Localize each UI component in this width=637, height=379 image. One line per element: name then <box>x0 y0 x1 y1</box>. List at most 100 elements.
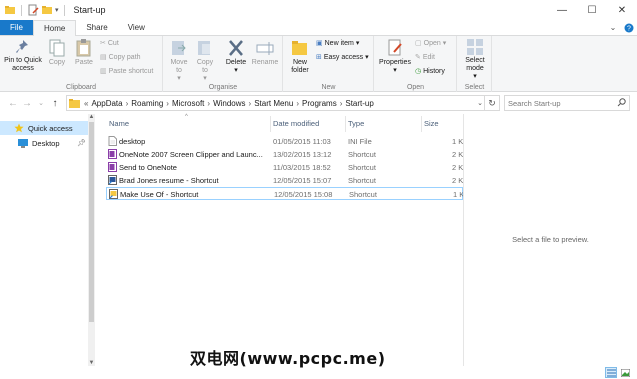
up-arrow-icon[interactable]: ↑ <box>48 98 62 109</box>
maximize-button[interactable]: ☐ <box>577 0 607 20</box>
refresh-icon[interactable]: ↻ <box>484 96 499 110</box>
nav-item-label: Desktop <box>32 138 60 148</box>
watermark: 双电网(www.pcpc.me) <box>190 349 386 368</box>
chevron-down-icon: ▾ <box>177 75 181 82</box>
close-button[interactable]: ✕ <box>607 0 637 20</box>
column-divider[interactable] <box>270 116 271 132</box>
breadcrumb-microsoft[interactable]: Microsoft <box>172 99 204 108</box>
move-to-icon <box>172 41 186 55</box>
properties-button[interactable]: Properties ▾ <box>377 38 413 75</box>
column-header-size[interactable]: Size <box>424 119 439 128</box>
paste-shortcut-button[interactable]: ▥ Paste shortcut <box>100 67 153 76</box>
file-date: 13/02/2015 13:12 <box>273 150 332 159</box>
expand-ribbon-chevron-icon[interactable]: ⌄ <box>605 20 621 35</box>
open-icon: ▢ <box>415 40 422 47</box>
folder-icon <box>5 6 15 14</box>
file-row[interactable]: Brad Jones resume - Shortcut 12/05/2015 … <box>106 174 463 187</box>
tab-home[interactable]: Home <box>33 20 77 36</box>
search-icon[interactable] <box>617 98 626 107</box>
file-type: Shortcut <box>348 176 376 185</box>
chevron-right-icon[interactable]: › <box>340 99 343 108</box>
breadcrumb-appdata[interactable]: AppData <box>91 99 122 108</box>
open-button[interactable]: ▢ Open ▾ <box>415 39 446 48</box>
breadcrumb-programs[interactable]: Programs <box>302 99 337 108</box>
address-bar[interactable]: « AppData › Roaming › Microsoft › Window… <box>66 95 500 111</box>
select-mode-button[interactable]: Select mode ▾ <box>460 38 490 81</box>
new-folder-button[interactable]: New folder <box>286 38 314 75</box>
rename-button[interactable]: Rename <box>250 38 280 67</box>
new-folder-icon[interactable] <box>41 4 53 16</box>
column-header-type[interactable]: Type <box>348 119 364 128</box>
scrollbar-thumb[interactable] <box>89 122 94 322</box>
breadcrumb-windows[interactable]: Windows <box>213 99 245 108</box>
scroll-up-arrow-icon[interactable]: ▲ <box>88 114 95 120</box>
nav-scrollbar[interactable]: ▲ ▼ <box>88 114 95 366</box>
breadcrumb-start-menu[interactable]: Start Menu <box>254 99 293 108</box>
chevron-down-icon: ▾ <box>365 54 369 61</box>
clipboard-group: Pin to Quick access Copy Paste ✂ Cut ▤ C… <box>0 36 163 92</box>
edit-button[interactable]: ✎ Edit <box>415 53 435 62</box>
chevron-right-icon[interactable]: › <box>126 99 129 108</box>
breadcrumb-start-up[interactable]: Start-up <box>345 99 373 108</box>
easy-access-icon: ⊞ <box>316 54 322 61</box>
file-type: Shortcut <box>348 163 376 172</box>
file-row[interactable]: Send to OneNote 11/03/2015 18:52 Shortcu… <box>106 161 463 174</box>
chevron-right-icon[interactable]: › <box>249 99 252 108</box>
chevron-right-icon[interactable]: › <box>166 99 169 108</box>
new-item-button[interactable]: ▣ New item ▾ <box>316 39 360 48</box>
details-view-icon[interactable] <box>605 367 617 378</box>
file-row[interactable]: OneNote 2007 Screen Clipper and Launc...… <box>106 148 463 161</box>
copy-button[interactable]: Copy <box>46 38 68 67</box>
file-date: 11/03/2015 18:52 <box>273 163 331 172</box>
file-row[interactable]: desktop 01/05/2015 11:03 INI File 1 KB <box>106 135 463 148</box>
history-button[interactable]: ◷ History <box>415 67 445 76</box>
nav-item-desktop[interactable]: Desktop 📌︎ <box>0 136 88 150</box>
properties-icon[interactable] <box>27 4 39 16</box>
search-input[interactable]: Search Start-up <box>504 95 630 111</box>
chevron-down-icon: ▾ <box>355 40 360 47</box>
chevron-right-icon[interactable]: › <box>296 99 299 108</box>
copy-to-button[interactable]: Copy to ▾ <box>194 38 216 83</box>
nav-item-quick-access[interactable]: Quick access <box>0 121 88 135</box>
column-divider[interactable] <box>421 116 422 132</box>
delete-button[interactable]: Delete ▾ <box>224 38 248 75</box>
minimize-button[interactable]: — <box>547 0 577 20</box>
move-to-button[interactable]: Move to ▾ <box>168 38 190 83</box>
address-history-chevron-icon[interactable]: ⌄ <box>477 96 483 110</box>
pin-to-quick-access-button[interactable]: Pin to Quick access <box>2 38 44 73</box>
new-group-label: New <box>321 84 336 91</box>
select-group-label: Select <box>464 84 485 91</box>
column-divider[interactable] <box>345 116 346 132</box>
column-header-name[interactable]: Name <box>109 119 129 128</box>
column-header-date[interactable]: Date modified <box>273 119 319 128</box>
cut-button[interactable]: ✂ Cut <box>100 39 119 48</box>
recent-locations-chevron-icon[interactable]: ⌄ <box>34 99 48 107</box>
new-group: New folder ▣ New item ▾ ⊞ Easy access ▾ … <box>284 36 374 92</box>
help-icon[interactable]: ? <box>621 20 637 35</box>
copy-to-icon <box>198 41 210 55</box>
tab-view[interactable]: View <box>118 20 155 35</box>
delete-icon <box>229 40 243 56</box>
window-title: Start-up <box>73 5 106 15</box>
file-name: desktop <box>119 137 146 146</box>
paste-button[interactable]: Paste <box>72 38 96 67</box>
copy-path-button[interactable]: ▤ Copy path <box>100 53 141 62</box>
chevron-right-icon[interactable]: › <box>207 99 210 108</box>
large-icons-view-icon[interactable] <box>619 367 631 378</box>
file-date: 12/05/2015 15:07 <box>273 176 332 185</box>
toolbar-divider <box>63 4 65 16</box>
customize-qa-chevron-icon[interactable]: ▾ <box>55 6 59 14</box>
overflow-crumb[interactable]: « <box>84 99 88 108</box>
tab-file[interactable]: File <box>0 20 33 35</box>
breadcrumb-roaming[interactable]: Roaming <box>131 99 163 108</box>
file-row-selected[interactable]: Make Use Of - Shortcut 12/05/2015 15:08 … <box>106 187 464 200</box>
search-placeholder: Search Start-up <box>508 98 561 108</box>
forward-arrow-icon[interactable]: → <box>20 98 34 109</box>
pin-icon[interactable]: 📌︎ <box>77 139 86 147</box>
file-name: Send to OneNote <box>119 163 177 172</box>
tab-share[interactable]: Share <box>76 20 117 35</box>
easy-access-button[interactable]: ⊞ Easy access ▾ <box>316 53 369 62</box>
preview-message: Select a file to preview. <box>512 235 589 244</box>
file-size: 2 KB <box>452 163 463 172</box>
back-arrow-icon[interactable]: ← <box>6 98 20 109</box>
